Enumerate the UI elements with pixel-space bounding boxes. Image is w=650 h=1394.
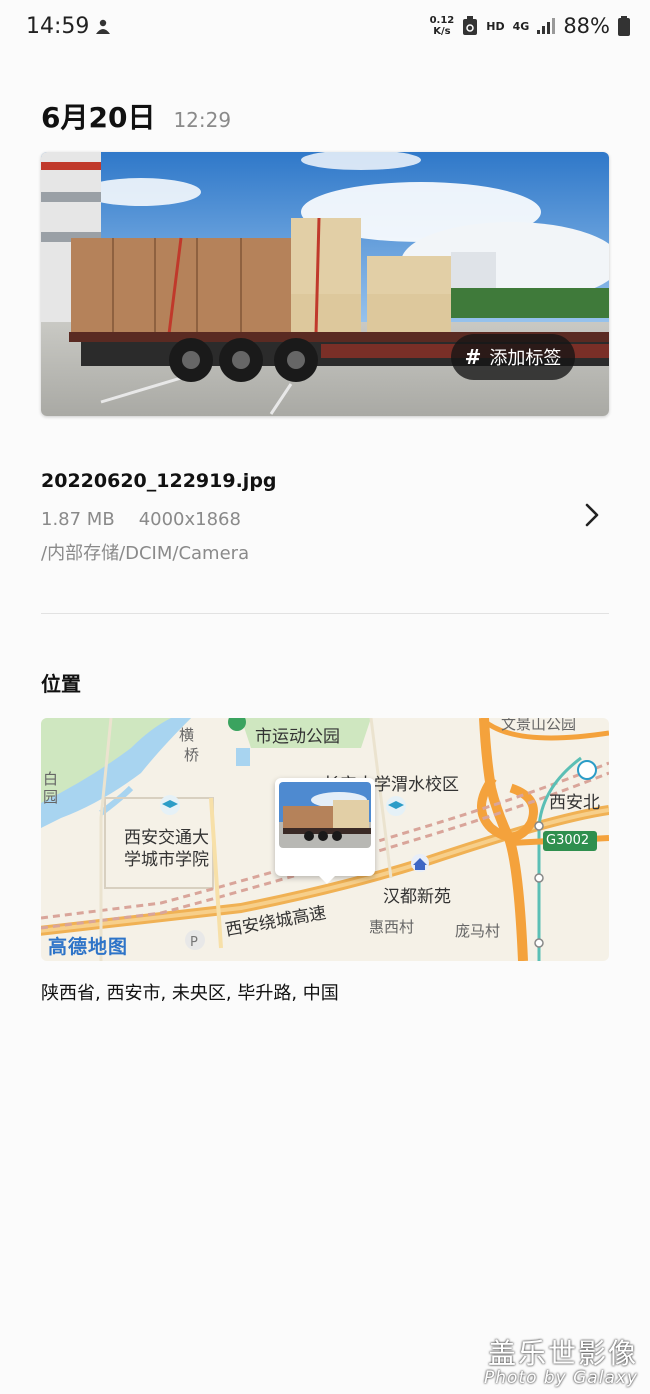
map-label-qiao: 桥 bbox=[184, 746, 200, 764]
notification-app-icon bbox=[96, 19, 110, 34]
map-label-park: 市运动公园 bbox=[255, 727, 340, 747]
map-photo-marker[interactable] bbox=[275, 778, 375, 876]
location-map[interactable]: P 市运动公园 横 桥 白 园 文景山公园 长安大学渭水校区 西安交通大 学城市… bbox=[41, 718, 609, 961]
add-tag-label: 添加标签 bbox=[489, 348, 562, 369]
chevron-right-icon[interactable] bbox=[580, 502, 604, 528]
file-path: /内部存储/DCIM/Camera bbox=[41, 543, 250, 564]
status-time: 14:59 bbox=[26, 14, 90, 39]
add-tag-button[interactable]: # 添加标签 bbox=[451, 334, 575, 380]
map-label-huixi: 惠西村 bbox=[369, 918, 415, 936]
network-type: 4G bbox=[512, 19, 530, 33]
watermark-line1: 盖乐世影像 bbox=[487, 1337, 638, 1370]
divider bbox=[41, 613, 609, 614]
hashtag-icon: # bbox=[464, 345, 482, 369]
map-label-yuan: 园 bbox=[43, 788, 59, 806]
map-label-pangma: 庞马村 bbox=[455, 922, 501, 940]
watermark-line2: Photo by Galaxy bbox=[483, 1368, 638, 1388]
location-section-title: 位置 bbox=[41, 672, 81, 696]
map-label-handu: 汉都新苑 bbox=[383, 887, 451, 907]
photo-date: 6月20日 bbox=[41, 101, 156, 134]
signal-icon bbox=[537, 18, 556, 34]
hd-indicator: HD bbox=[486, 19, 505, 33]
file-size: 1.87 MB bbox=[41, 509, 115, 530]
map-label-heng: 横 bbox=[179, 726, 195, 744]
file-name: 20220620_122919.jpg bbox=[41, 470, 277, 492]
galaxy-watermark: 盖乐世影像 Photo by Galaxy bbox=[484, 1332, 638, 1388]
network-speed: 0.12 K/s bbox=[429, 15, 455, 37]
battery-icon bbox=[618, 16, 630, 36]
map-brand-logo: 高德地图 bbox=[48, 936, 129, 958]
map-label-xjtu-line2: 学城市学院 bbox=[124, 850, 209, 870]
marker-thumbnail bbox=[279, 782, 371, 848]
file-resolution: 4000x1868 bbox=[138, 509, 241, 530]
battery-percent: 88% bbox=[563, 14, 610, 38]
status-bar: 14:59 0.12 K/s HD 4G 88% bbox=[0, 0, 650, 56]
map-label-g3002: G3002 bbox=[546, 833, 590, 848]
map-marker-pointer bbox=[318, 875, 336, 884]
location-address: 陕西省, 西安市, 未央区, 毕升路, 中国 bbox=[41, 983, 339, 1004]
map-label-xian-north: 西安北 bbox=[549, 793, 600, 813]
recycle-icon bbox=[463, 16, 478, 35]
map-label-top-right: 文景山公园 bbox=[501, 718, 577, 733]
date-header: 6月20日 12:29 bbox=[41, 96, 231, 136]
photo-time: 12:29 bbox=[173, 108, 232, 132]
svg-text:P: P bbox=[190, 935, 198, 950]
file-meta: 1.87 MB 4000x1868 bbox=[41, 509, 241, 530]
